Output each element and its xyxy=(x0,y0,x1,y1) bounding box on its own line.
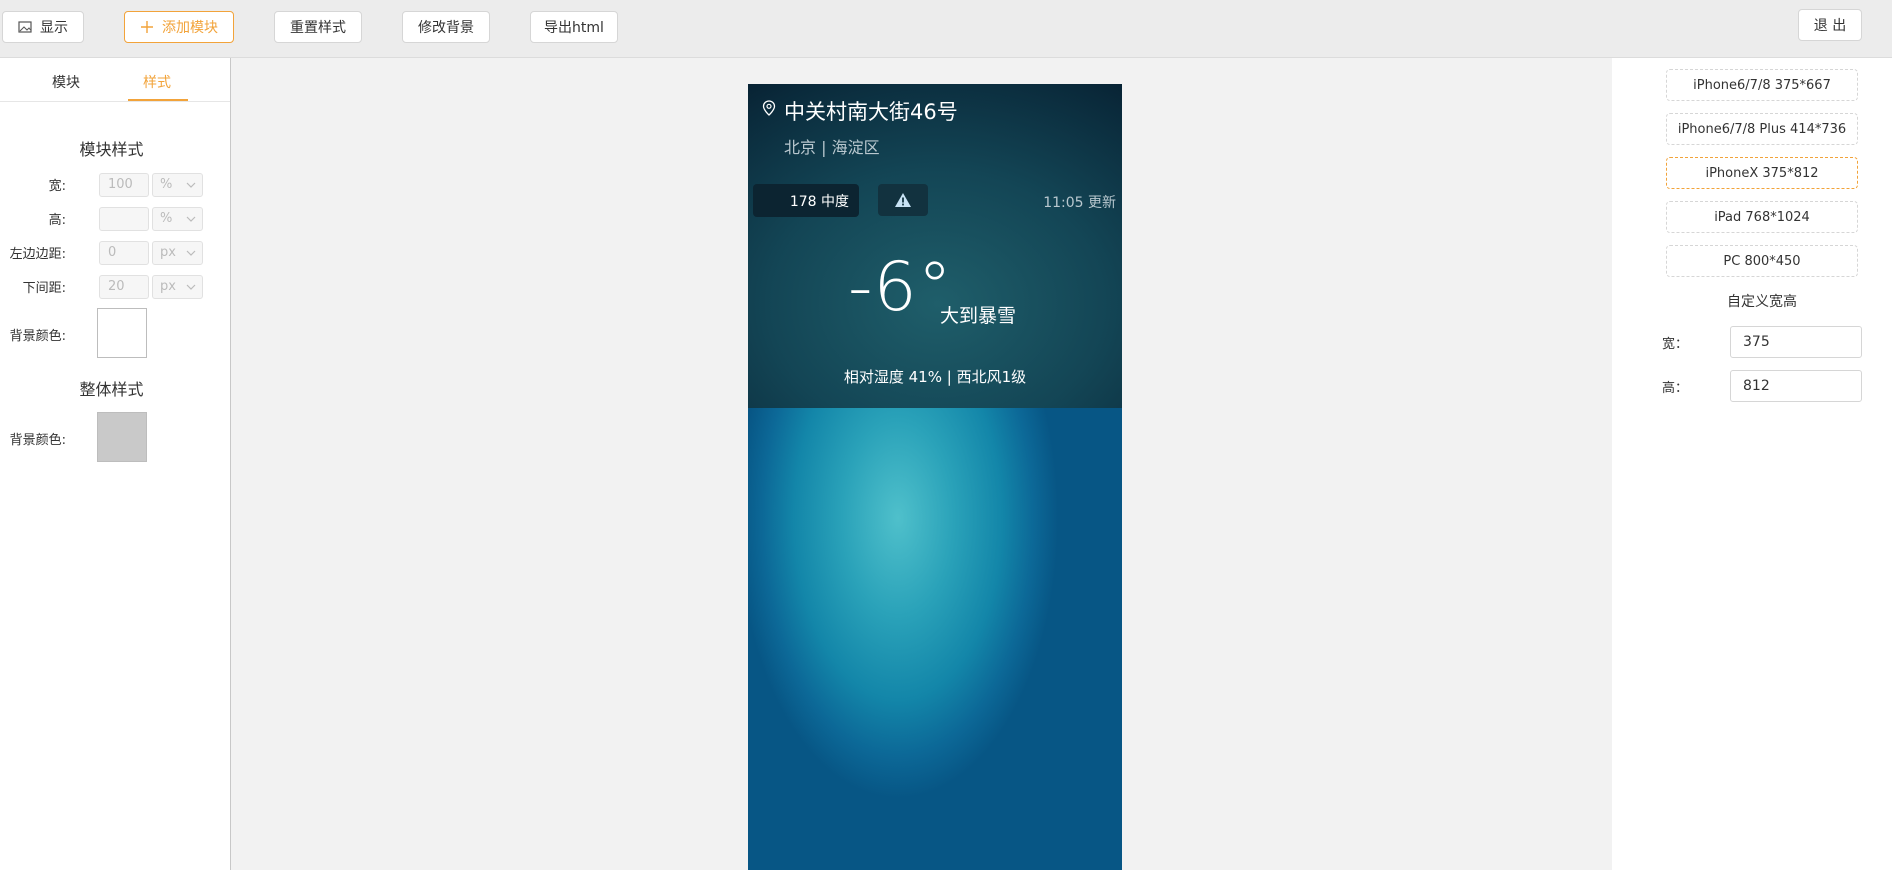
reset-style-label: 重置样式 xyxy=(290,20,346,36)
overall-style-title: 整体样式 xyxy=(79,380,144,399)
width-label: 宽: xyxy=(48,179,66,194)
bottom-spacing-unit-value: px xyxy=(160,279,176,294)
left-panel: 模块 样式 模块样式 宽: 100 % 高: % 左边边距: 0 px 下间距:… xyxy=(0,58,231,870)
custom-height-input[interactable]: 812 xyxy=(1730,370,1862,402)
temperature-text: -6° xyxy=(848,248,953,327)
show-button[interactable]: 显示 xyxy=(2,11,84,43)
custom-height-label: 高： xyxy=(1662,381,1689,396)
phone-preview: 中关村南大街46号 北京 | 海淀区 178 中度 11:05 更新 -6° 大… xyxy=(748,84,1122,870)
exit-label: 退 出 xyxy=(1813,18,1847,34)
height-unit-select[interactable]: % xyxy=(152,207,203,231)
chevron-down-icon xyxy=(186,250,196,256)
module-bg-color-label: 背景颜色: xyxy=(9,329,66,344)
bottom-spacing-label: 下间距: xyxy=(22,281,66,296)
chevron-down-icon xyxy=(186,216,196,222)
width-unit-select[interactable]: % xyxy=(152,173,203,197)
active-tab-indicator xyxy=(128,99,188,101)
left-margin-label: 左边边距: xyxy=(9,247,66,262)
reset-style-button[interactable]: 重置样式 xyxy=(274,11,362,43)
custom-width-label: 宽： xyxy=(1662,337,1689,352)
left-margin-input[interactable]: 0 xyxy=(99,241,149,265)
module-style-title: 模块样式 xyxy=(79,140,144,159)
left-margin-unit-select[interactable]: px xyxy=(152,241,203,265)
exit-button[interactable]: 退 出 xyxy=(1798,9,1862,41)
warning-icon xyxy=(895,193,911,207)
weather-condition-text: 大到暴雪 xyxy=(940,305,1017,327)
location-pin-icon xyxy=(762,100,776,116)
export-html-label: 导出html xyxy=(544,20,604,36)
chevron-down-icon xyxy=(186,284,196,290)
weather-header: 中关村南大街46号 北京 | 海淀区 178 中度 11:05 更新 -6° 大… xyxy=(748,84,1122,408)
panel-tabs: 模块 样式 xyxy=(0,58,230,102)
right-panel: iPhone6/7/8 375*667 iPhone6/7/8 Plus 414… xyxy=(1612,58,1892,870)
bottom-spacing-input[interactable]: 20 xyxy=(99,275,149,299)
height-input[interactable] xyxy=(99,207,149,231)
width-input[interactable]: 100 xyxy=(99,173,149,197)
image-icon xyxy=(18,21,32,33)
device-iphonex-button[interactable]: iPhoneX 375*812 xyxy=(1666,157,1858,189)
add-module-button[interactable]: 添加模块 xyxy=(124,11,234,43)
overall-bg-color-label: 背景颜色: xyxy=(9,433,66,448)
phone-background-area xyxy=(748,408,1122,870)
add-module-label: 添加模块 xyxy=(162,20,218,36)
width-unit-value: % xyxy=(160,177,173,192)
tab-module[interactable]: 模块 xyxy=(52,72,80,92)
change-background-label: 修改背景 xyxy=(418,20,474,36)
overall-bg-color-swatch[interactable] xyxy=(97,412,147,462)
air-quality-badge[interactable]: 178 中度 xyxy=(753,184,859,217)
custom-width-input[interactable]: 375 xyxy=(1730,326,1862,358)
chevron-down-icon xyxy=(186,182,196,188)
plus-icon xyxy=(141,21,153,33)
device-pc-button[interactable]: PC 800*450 xyxy=(1666,245,1858,277)
top-toolbar: 显示 添加模块 重置样式 修改背景 导出html 退 出 xyxy=(0,0,1892,58)
device-iphone678-button[interactable]: iPhone6/7/8 375*667 xyxy=(1666,69,1858,101)
address-text: 中关村南大街46号 xyxy=(784,100,958,124)
city-district-text: 北京 | 海淀区 xyxy=(784,138,880,157)
export-html-button[interactable]: 导出html xyxy=(530,11,618,43)
custom-size-title: 自定义宽高 xyxy=(1727,294,1797,310)
height-unit-value: % xyxy=(160,211,173,226)
bottom-spacing-unit-select[interactable]: px xyxy=(152,275,203,299)
update-time-text: 11:05 更新 xyxy=(1043,195,1116,211)
show-button-label: 显示 xyxy=(40,20,68,36)
height-label: 高: xyxy=(48,213,66,228)
tab-style[interactable]: 样式 xyxy=(143,72,171,92)
weather-alert-badge[interactable] xyxy=(878,184,928,216)
device-iphone678plus-button[interactable]: iPhone6/7/8 Plus 414*736 xyxy=(1666,113,1858,145)
device-ipad-button[interactable]: iPad 768*1024 xyxy=(1666,201,1858,233)
humidity-wind-text: 相对湿度 41% | 西北风1级 xyxy=(843,368,1027,386)
left-margin-unit-value: px xyxy=(160,245,176,260)
change-background-button[interactable]: 修改背景 xyxy=(402,11,490,43)
module-bg-color-swatch[interactable] xyxy=(97,308,147,358)
